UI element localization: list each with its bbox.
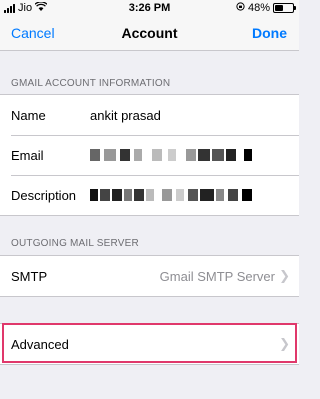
outgoing-server-group: SMTP Gmail SMTP Server ❯ bbox=[0, 255, 299, 297]
smtp-label: SMTP bbox=[11, 268, 48, 284]
email-row[interactable]: Email bbox=[0, 135, 299, 175]
smtp-row[interactable]: SMTP Gmail SMTP Server ❯ bbox=[0, 256, 299, 296]
email-label: Email bbox=[11, 147, 44, 163]
battery-icon bbox=[273, 3, 296, 13]
email-field-redacted[interactable] bbox=[90, 149, 260, 161]
status-bar: Jio 3:26 PM 48% bbox=[0, 0, 299, 17]
smtp-value: Gmail SMTP Server bbox=[159, 268, 275, 284]
outgoing-server-header: OUTGOING MAIL SERVER bbox=[11, 238, 139, 249]
done-button[interactable]: Done bbox=[252, 25, 287, 41]
description-row[interactable]: Description bbox=[0, 175, 299, 215]
battery-fill bbox=[275, 5, 284, 11]
battery-percent: 48% bbox=[247, 2, 270, 14]
advanced-highlight-box bbox=[2, 323, 297, 363]
account-info-header: GMAIL ACCOUNT INFORMATION bbox=[11, 78, 171, 89]
account-info-group: Name ankit prasad Email Description bbox=[0, 94, 299, 216]
name-field[interactable]: ankit prasad bbox=[90, 108, 161, 123]
description-field-redacted[interactable] bbox=[90, 189, 260, 201]
navigation-bar: Cancel Account Done bbox=[0, 17, 299, 51]
battery-area: 48% bbox=[236, 2, 296, 14]
name-label: Name bbox=[11, 107, 46, 123]
chevron-right-icon: ❯ bbox=[279, 268, 290, 283]
description-label: Description bbox=[11, 187, 77, 203]
rotation-lock-icon bbox=[236, 2, 245, 14]
name-row[interactable]: Name ankit prasad bbox=[0, 95, 299, 135]
